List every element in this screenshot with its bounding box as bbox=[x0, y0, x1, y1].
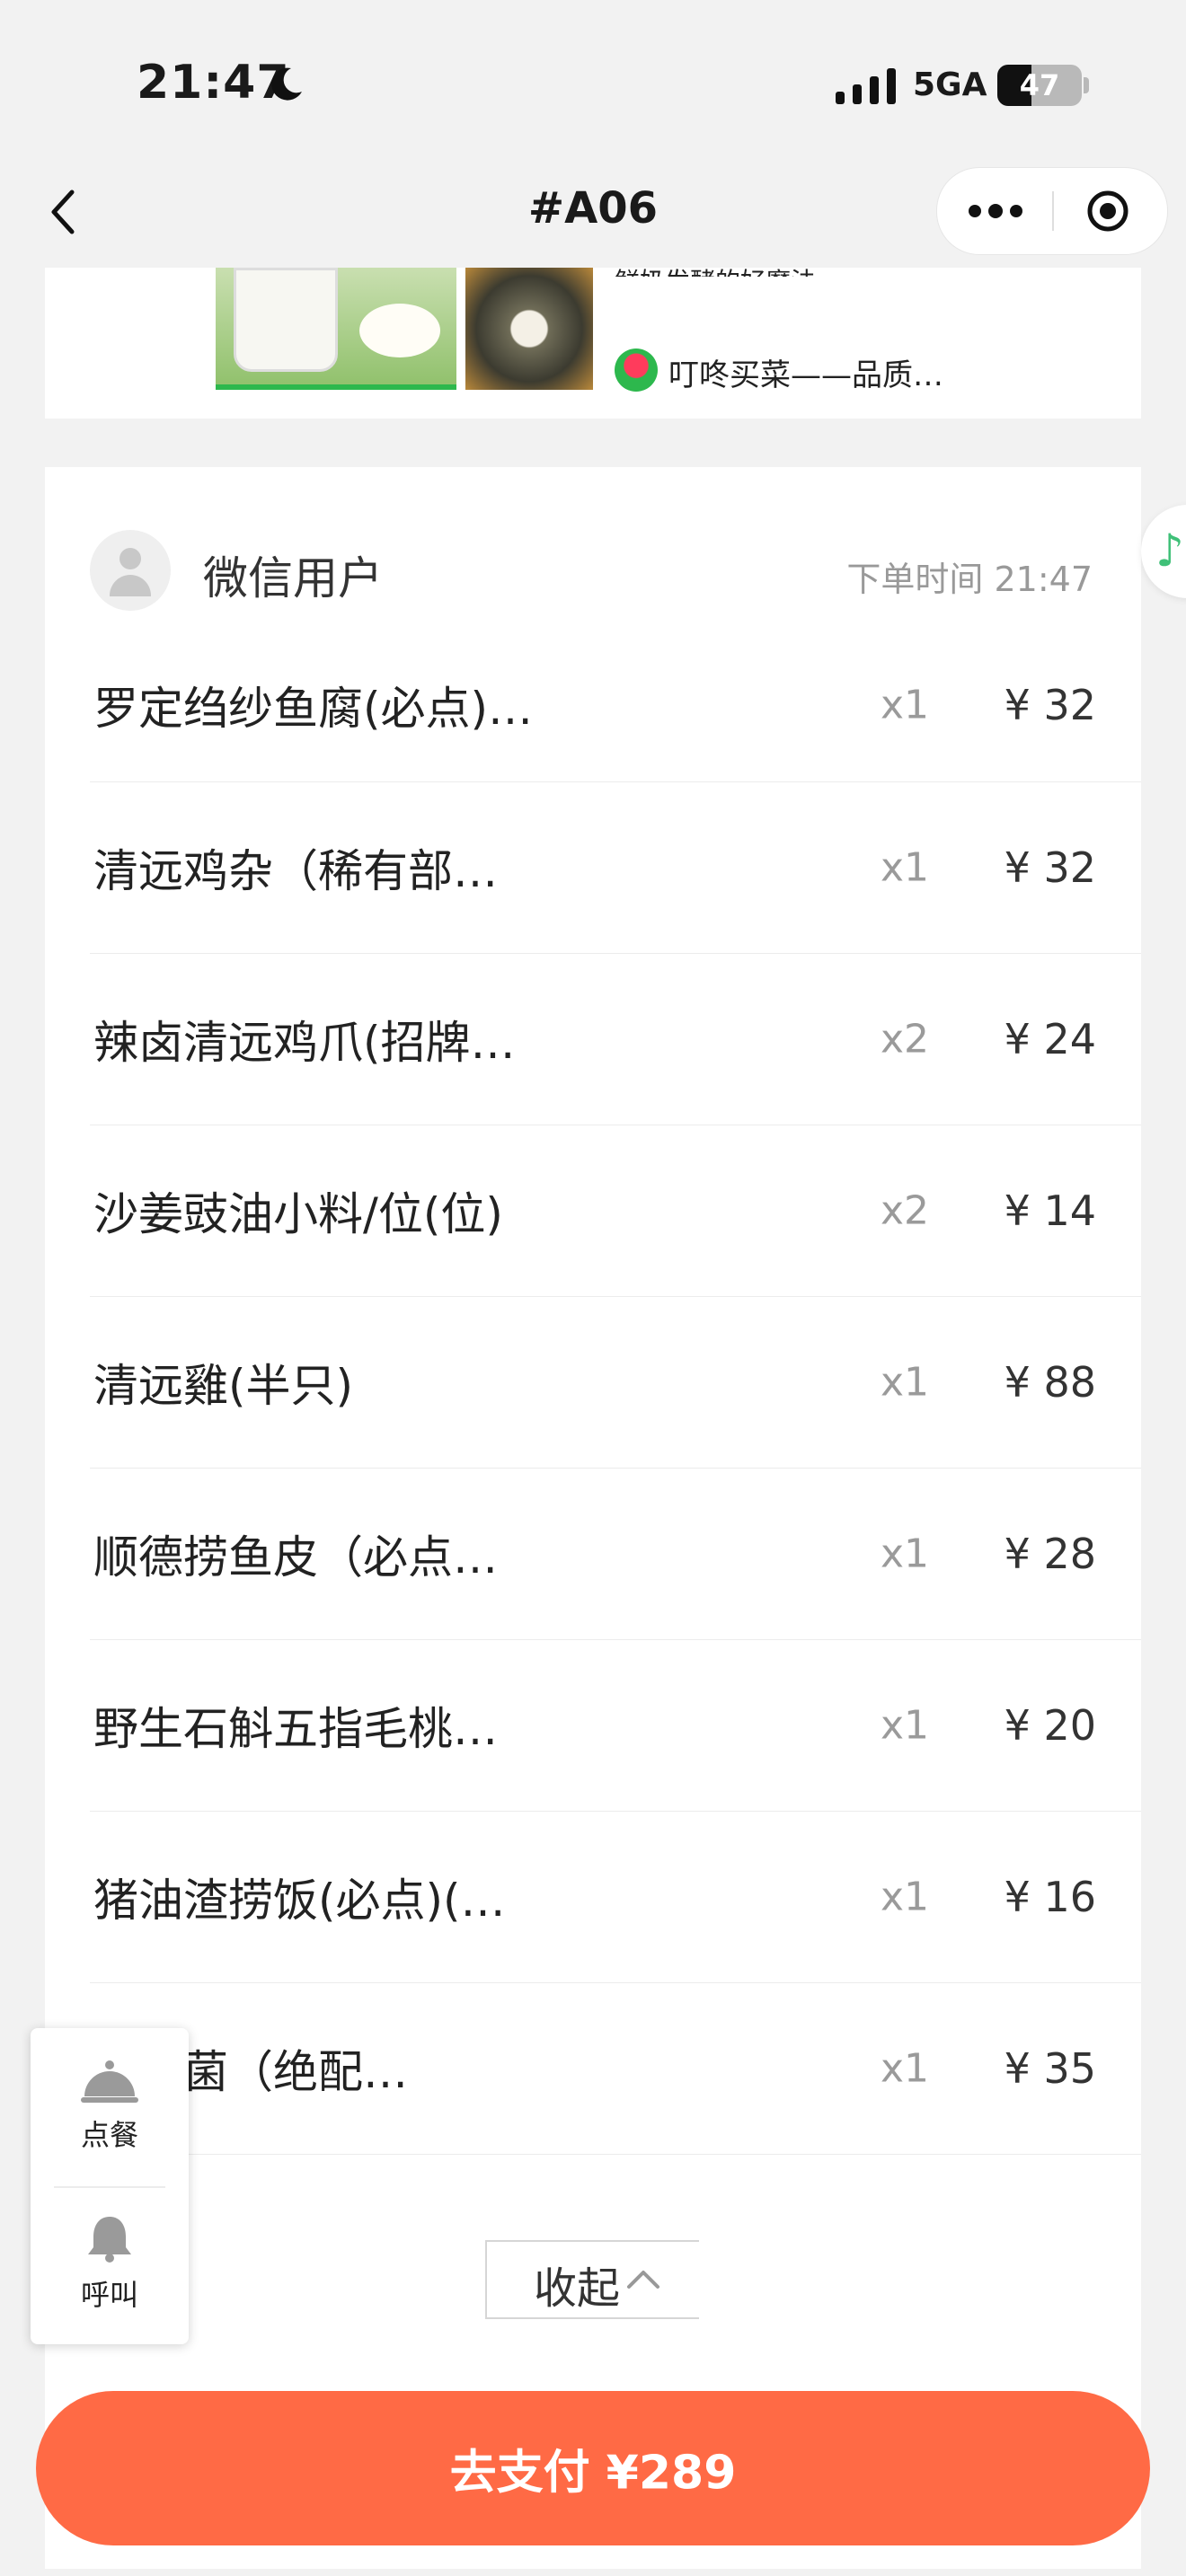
item-price: ¥ 35 bbox=[1004, 2044, 1096, 2093]
item-price: ¥ 28 bbox=[1004, 1530, 1096, 1578]
collapse-label: 收起 bbox=[534, 2263, 621, 2314]
order-item-row: 牛肝菌（绝配… x1 ¥ 35 bbox=[90, 1983, 1141, 2155]
item-qty: x1 bbox=[880, 682, 929, 728]
music-button[interactable]: ♪ bbox=[1141, 505, 1186, 598]
more-dots-icon[interactable] bbox=[968, 204, 1023, 218]
mini-program-capsule bbox=[936, 167, 1168, 255]
order-item-row: 猪油渣捞饭(必点)(… x1 ¥ 16 bbox=[90, 1812, 1141, 1983]
target-icon[interactable] bbox=[1086, 190, 1129, 233]
pay-button-label: 去支付 ¥289 bbox=[449, 2446, 737, 2501]
ad-headline: 鲜奶发酵的好魔法 bbox=[615, 262, 816, 277]
order-item-row: 清远雞(半只) x1 ¥ 88 bbox=[90, 1297, 1141, 1469]
item-qty: x1 bbox=[880, 1702, 929, 1749]
battery-icon: 47 bbox=[997, 65, 1082, 106]
item-qty: x2 bbox=[880, 1187, 929, 1234]
ad-brand-text: 叮咚买菜——品质… bbox=[668, 357, 943, 393]
brand-logo-icon bbox=[615, 348, 658, 392]
item-price: ¥ 16 bbox=[1004, 1873, 1096, 1921]
item-name: 野生石斛五指毛桃… bbox=[93, 1703, 498, 1755]
call-waiter-label: 呼叫 bbox=[80, 2278, 138, 2312]
chevron-up-icon bbox=[627, 2271, 659, 2289]
battery-level: 47 bbox=[1019, 68, 1060, 102]
bell-icon bbox=[88, 2217, 131, 2263]
order-item-row: 辣卤清远鸡爪(招牌… x2 ¥ 24 bbox=[90, 954, 1141, 1125]
item-qty: x1 bbox=[880, 2045, 929, 2092]
moon-icon bbox=[271, 67, 302, 101]
order-item-row: 顺德捞鱼皮（必点… x1 ¥ 28 bbox=[90, 1469, 1141, 1640]
item-name: 清远鸡杂（稀有部… bbox=[93, 845, 498, 897]
ad-card[interactable] bbox=[45, 268, 1141, 419]
item-price: ¥ 14 bbox=[1004, 1187, 1096, 1235]
item-name: 猪油渣捞饭(必点)(… bbox=[93, 1875, 506, 1927]
signal-icon bbox=[836, 68, 896, 104]
order-item-row: 沙姜豉油小料/位(位) x2 ¥ 14 bbox=[90, 1125, 1141, 1297]
item-name: 罗定绉纱鱼腐(必点)… bbox=[93, 683, 534, 735]
item-qty: x1 bbox=[880, 844, 929, 891]
pay-button[interactable]: 去支付 ¥289 bbox=[36, 2391, 1150, 2545]
order-time-label: 下单时间 bbox=[846, 560, 984, 599]
item-price: ¥ 24 bbox=[1004, 1015, 1096, 1063]
order-food-label: 点餐 bbox=[80, 2118, 138, 2152]
order-items-list: 罗定绉纱鱼腐(必点)… x1 ¥ 32 清远鸡杂（稀有部… x1 ¥ 32 辣卤… bbox=[90, 629, 1141, 2155]
service-bell-icon bbox=[81, 2060, 138, 2103]
item-name: 顺德捞鱼皮（必点… bbox=[93, 1531, 498, 1584]
item-qty: x1 bbox=[880, 1359, 929, 1406]
item-qty: x2 bbox=[880, 1016, 929, 1063]
item-price: ¥ 32 bbox=[1004, 843, 1096, 892]
music-note-icon: ♪ bbox=[1155, 525, 1184, 577]
order-item-row: 野生石斛五指毛桃… x1 ¥ 20 bbox=[90, 1640, 1141, 1812]
item-qty: x1 bbox=[880, 1874, 929, 1920]
item-qty: x1 bbox=[880, 1531, 929, 1577]
ad-food-image[interactable] bbox=[465, 268, 593, 390]
user-name: 微信用户 bbox=[203, 552, 383, 604]
order-item-row: 清远鸡杂（稀有部… x1 ¥ 32 bbox=[90, 782, 1141, 954]
order-time-value: 21:47 bbox=[994, 560, 1093, 599]
order-time: 下单时间 21:47 bbox=[809, 551, 1093, 601]
item-name: 辣卤清远鸡爪(招牌… bbox=[93, 1017, 516, 1069]
avatar bbox=[90, 530, 171, 611]
capsule-divider bbox=[1052, 191, 1054, 231]
item-price: ¥ 32 bbox=[1004, 681, 1096, 729]
order-item-row: 罗定绉纱鱼腐(必点)… x1 ¥ 32 bbox=[90, 629, 1141, 782]
battery-cap bbox=[1084, 77, 1089, 93]
side-panel-divider bbox=[54, 2186, 165, 2188]
collapse-button[interactable]: 收起 bbox=[485, 2240, 699, 2319]
network-label: 5GA bbox=[913, 66, 987, 103]
item-price: ¥ 20 bbox=[1004, 1701, 1096, 1750]
order-food-button[interactable]: 点餐 bbox=[31, 2059, 189, 2154]
item-name: 清远雞(半只) bbox=[93, 1360, 354, 1412]
side-action-panel: 点餐 呼叫 bbox=[31, 2028, 189, 2344]
ad-product-image[interactable] bbox=[216, 268, 456, 390]
call-waiter-button[interactable]: 呼叫 bbox=[31, 2213, 189, 2314]
item-price: ¥ 88 bbox=[1004, 1358, 1096, 1407]
item-name: 沙姜豉油小料/位(位) bbox=[93, 1188, 503, 1240]
